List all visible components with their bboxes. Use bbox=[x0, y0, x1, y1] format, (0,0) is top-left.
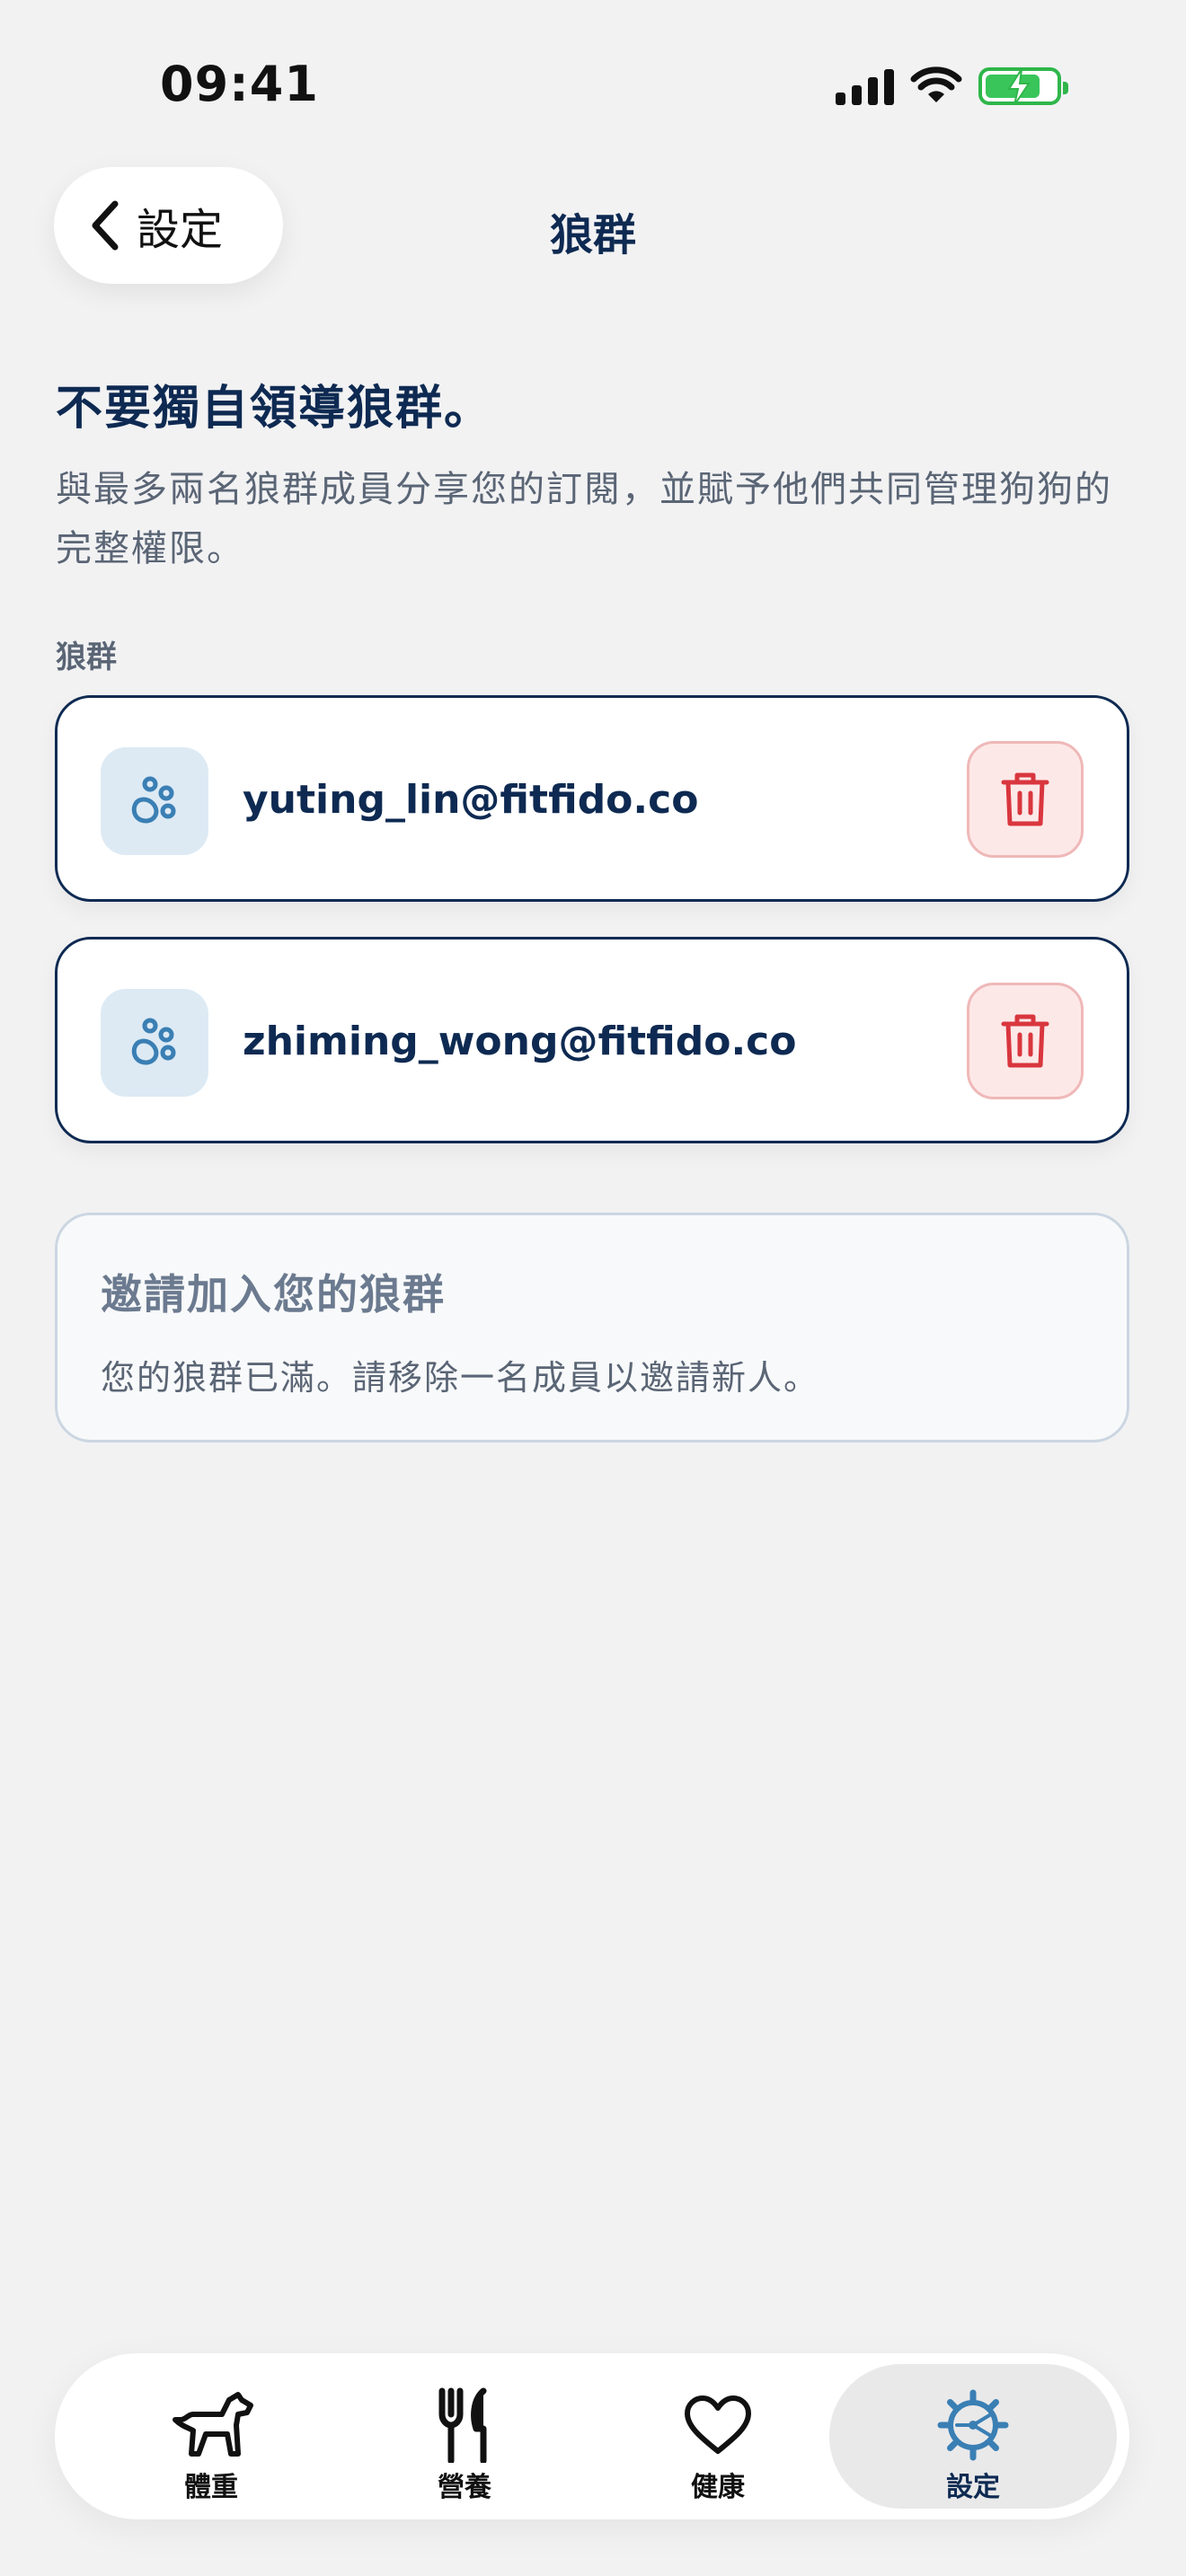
battery-icon bbox=[978, 67, 1068, 105]
dog-icon bbox=[166, 2387, 256, 2463]
tab-label: 營養 bbox=[438, 2472, 491, 2503]
tab-settings[interactable]: 設定 bbox=[829, 2364, 1117, 2509]
member-avatar bbox=[101, 747, 208, 855]
invite-title: 邀請加入您的狼群 bbox=[101, 1270, 446, 1319]
tab-label: 設定 bbox=[946, 2472, 1000, 2503]
description: 與最多兩名狼群成員分享您的訂閱，並賦予他們共同管理狗狗的完整權限。 bbox=[56, 469, 1112, 569]
remove-member-button[interactable] bbox=[967, 741, 1084, 858]
paw-icon bbox=[131, 776, 176, 824]
tab-nutrition[interactable]: 營養 bbox=[349, 2364, 580, 2509]
remove-member-button[interactable] bbox=[967, 983, 1084, 1099]
member-avatar bbox=[101, 989, 208, 1097]
heart-icon bbox=[673, 2387, 763, 2463]
trash-icon bbox=[1001, 1014, 1049, 1068]
member-email: yuting_lin@fitfido.co bbox=[243, 777, 699, 823]
headline: 不要獨自領導狼群。 bbox=[56, 382, 493, 436]
member-email: zhiming_wong@fitfido.co bbox=[243, 1019, 797, 1064]
pack-section-label: 狼群 bbox=[56, 640, 117, 675]
tab-label: 健康 bbox=[691, 2472, 745, 2503]
tab-health[interactable]: 健康 bbox=[602, 2364, 834, 2509]
pack-member-card: yuting_lin@fitfido.co bbox=[55, 695, 1129, 902]
gear-icon bbox=[928, 2387, 1018, 2463]
fork-knife-icon bbox=[420, 2387, 509, 2463]
trash-icon bbox=[1001, 772, 1049, 826]
status-icons bbox=[836, 61, 1068, 111]
invite-message: 您的狼群已滿。請移除一名成員以邀請新人。 bbox=[101, 1358, 820, 1398]
invite-card: 邀請加入您的狼群 您的狼群已滿。請移除一名成員以邀請新人。 bbox=[55, 1213, 1129, 1442]
page-title: 狼群 bbox=[549, 210, 636, 260]
wifi-icon bbox=[910, 66, 962, 102]
paw-icon bbox=[131, 1018, 176, 1065]
status-time: 09:41 bbox=[160, 56, 319, 112]
pack-member-card: zhiming_wong@fitfido.co bbox=[55, 937, 1129, 1143]
cellular-signal-icon bbox=[836, 67, 894, 105]
tab-weight[interactable]: 體重 bbox=[95, 2364, 327, 2509]
tab-bar: 體重 營養 健康 設定 bbox=[55, 2353, 1129, 2519]
tab-label: 體重 bbox=[184, 2472, 238, 2503]
status-bar: 09:41 bbox=[0, 0, 1186, 171]
